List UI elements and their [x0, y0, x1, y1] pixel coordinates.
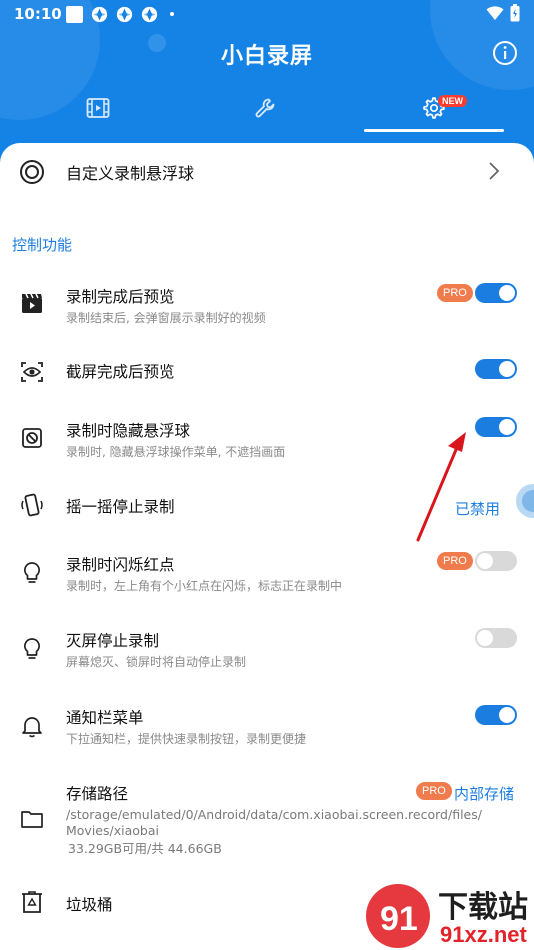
new-badge: NEW: [438, 95, 467, 107]
setting-preview-after-record: 录制完成后预览 录制结束后, 会弹窗展示录制好的视频 PRO: [0, 280, 534, 332]
svg-text:91: 91: [380, 900, 418, 938]
pinwheel-notification-icon: [91, 6, 108, 22]
setting-subtitle: 屏幕熄灭、锁屏时将自动停止录制: [66, 655, 247, 669]
wifi-icon: [486, 6, 504, 20]
storage-path-line-2: Movies/xiaobai: [66, 823, 159, 838]
watermark-brand: 下载站: [438, 890, 528, 925]
folder-icon: [21, 811, 43, 828]
shake-phone-icon: [21, 493, 43, 517]
setting-notification-menu: 通知栏菜单 下拉通知栏，提供快速录制按钮，录制更便捷: [0, 702, 534, 754]
setting-flash-red-dot: 录制时闪烁红点 录制时，左上角有个小红点在闪烁，标志正在录制中 PRO: [0, 548, 534, 600]
setting-preview-after-screenshot: 截屏完成后预览: [0, 356, 534, 390]
toggle-knob: [499, 419, 515, 435]
custom-floating-ball-item[interactable]: 自定义录制悬浮球: [0, 148, 534, 194]
storage-space: 33.29GB可用/共 44.66GB: [68, 841, 222, 856]
setting-subtitle: 录制结束后, 会弹窗展示录制好的视频: [66, 311, 266, 325]
toggle-knob: [499, 361, 515, 377]
setting-title: 截屏完成后预览: [66, 363, 175, 381]
more-notifications-dot: [170, 12, 174, 16]
watermark-logo: 91 下载站 91xz.net: [362, 880, 534, 950]
section-title: 控制功能: [12, 236, 73, 254]
tab-bar: [0, 85, 534, 135]
clapperboard-icon: [22, 293, 42, 313]
setting-title: 摇一摇停止录制: [66, 498, 175, 516]
status-right: [486, 4, 520, 22]
toggle-knob: [477, 553, 493, 569]
trash-recycle-icon: [22, 891, 42, 913]
floating-ball-inner: [522, 490, 534, 512]
preview-after-screenshot-toggle[interactable]: [475, 359, 517, 379]
notification-icons: [66, 4, 174, 24]
setting-title: 录制完成后预览: [66, 288, 175, 306]
watermark-domain: 91xz.net: [440, 922, 527, 947]
shake-to-stop-value[interactable]: 已禁用: [455, 498, 500, 519]
pro-badge: PRO: [437, 552, 473, 570]
setting-title: 录制时隐藏悬浮球: [66, 422, 191, 440]
setting-subtitle: 录制时，左上角有个小红点在闪烁，标志正在录制中: [66, 579, 343, 593]
pro-badge: PRO: [437, 284, 473, 302]
pro-badge: PRO: [416, 782, 452, 800]
storage-location-value[interactable]: 内部存储: [454, 783, 514, 804]
status-bar: 10:10: [0, 0, 534, 28]
setting-hide-floating-ball: 录制时隐藏悬浮球 录制时, 隐藏悬浮球操作菜单, 不遮挡画面: [0, 414, 534, 466]
app-title: 小白录屏: [220, 44, 313, 69]
custom-floating-ball-label: 自定义录制悬浮球: [66, 164, 195, 183]
setting-title: 通知栏菜单: [66, 709, 144, 727]
lightbulb-outline-icon: [23, 638, 41, 659]
toggle-knob: [499, 285, 515, 301]
tab-active-indicator: [364, 129, 504, 132]
pinwheel-notification-icon: [116, 6, 133, 22]
setting-title: 灭屏停止录制: [66, 632, 160, 650]
notification-menu-toggle[interactable]: [475, 705, 517, 725]
wrench-icon: [255, 98, 275, 118]
setting-subtitle: 录制时, 隐藏悬浮球操作菜单, 不遮挡画面: [66, 445, 286, 459]
setting-subtitle: 下拉通知栏，提供快速录制按钮，录制更便捷: [66, 732, 307, 746]
info-icon[interactable]: [492, 40, 518, 66]
setting-title: 垃圾桶: [66, 896, 113, 914]
bell-icon: [22, 717, 42, 738]
status-time: 10:10: [14, 5, 62, 23]
setting-title: 存储路径: [66, 785, 129, 803]
toggle-knob: [499, 707, 515, 723]
setting-storage-path[interactable]: 存储路径 PRO 内部存储 /storage/emulated/0/Androi…: [0, 778, 534, 858]
setting-screen-off-stop: 灭屏停止录制 屏幕熄灭、锁屏时将自动停止录制: [0, 625, 534, 677]
square-notification-icon: [66, 5, 83, 23]
tab-videos[interactable]: [28, 85, 168, 131]
no-entry-square-icon: [22, 428, 42, 448]
target-icon: [20, 160, 44, 184]
pinwheel-notification-icon: [141, 6, 158, 22]
video-file-icon: [86, 98, 110, 118]
preview-after-record-toggle[interactable]: [475, 283, 517, 303]
hide-floating-ball-toggle[interactable]: [475, 417, 517, 437]
setting-shake-to-stop[interactable]: 摇一摇停止录制 已禁用: [0, 490, 534, 524]
screenshot-eye-icon: [21, 362, 43, 382]
screen-off-stop-toggle[interactable]: [475, 628, 517, 648]
toggle-knob: [477, 630, 493, 646]
chevron-right-icon: [489, 162, 500, 180]
setting-title: 录制时闪烁红点: [66, 556, 175, 574]
flash-red-dot-toggle[interactable]: [475, 551, 517, 571]
tab-tools[interactable]: [196, 85, 336, 131]
battery-icon: [510, 4, 520, 22]
tab-settings[interactable]: [364, 85, 504, 131]
lightbulb-icon: [23, 562, 41, 583]
